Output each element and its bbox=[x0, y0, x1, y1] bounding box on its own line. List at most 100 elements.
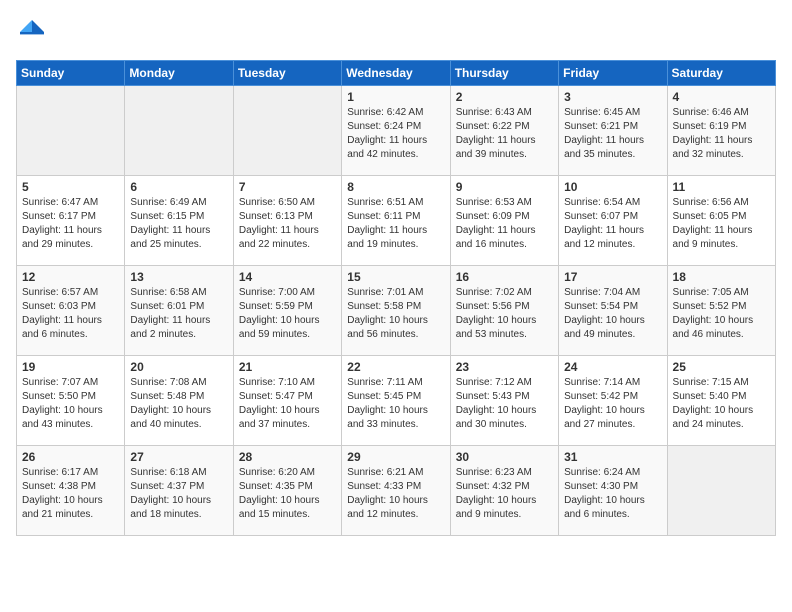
calendar-cell: 23Sunrise: 7:12 AM Sunset: 5:43 PM Dayli… bbox=[450, 356, 558, 446]
calendar-week-row: 5 Sunrise: 6:47 AM Sunset: 6:17 PM Daylig… bbox=[17, 176, 776, 266]
day-number: 14 bbox=[239, 270, 336, 284]
weekday-header-saturday: Saturday bbox=[667, 61, 775, 86]
day-number: 5 bbox=[22, 180, 119, 194]
day-number: 20 bbox=[130, 360, 227, 374]
day-info: Sunrise: 6:24 AM Sunset: 4:30 PM Dayligh… bbox=[564, 466, 661, 522]
day-number: 3 bbox=[564, 90, 661, 104]
calendar-cell bbox=[17, 86, 125, 176]
day-info: Sunrise: 7:11 AM Sunset: 5:45 PM Dayligh… bbox=[347, 376, 444, 432]
calendar-cell: 25 Sunrise: 7:15 AM Sunset: 5:40 PM Dayli… bbox=[667, 356, 775, 446]
day-number: 11 bbox=[673, 180, 770, 194]
calendar-cell: 22 Sunrise: 7:11 AM Sunset: 5:45 PM Dayli… bbox=[342, 356, 450, 446]
calendar-week-row: 26 Sunrise: 6:17 AM Sunset: 4:38 PM Dayli… bbox=[17, 446, 776, 536]
day-info: Sunrise: 6:57 AM Sunset: 6:03 PM Dayligh… bbox=[22, 286, 119, 342]
day-number: 29 bbox=[347, 450, 444, 464]
day-number: 17 bbox=[564, 270, 661, 284]
day-info: Sunrise: 6:51 AM Sunset: 6:11 PM Dayligh… bbox=[347, 196, 444, 252]
calendar-cell: 9 Sunrise: 6:53 AM Sunset: 6:09 PM Daylig… bbox=[450, 176, 558, 266]
weekday-header-sunday: Sunday bbox=[17, 61, 125, 86]
day-info: Sunrise: 7:01 AM Sunset: 5:58 PM Dayligh… bbox=[347, 286, 444, 342]
day-info: Sunrise: 6:42 AM Sunset: 6:24 PM Dayligh… bbox=[347, 106, 444, 162]
day-number: 18 bbox=[673, 270, 770, 284]
day-info: Sunrise: 6:43 AM Sunset: 6:22 PM Dayligh… bbox=[456, 106, 553, 162]
day-number: 25 bbox=[673, 360, 770, 374]
calendar-cell: 29 Sunrise: 6:21 AM Sunset: 4:33 PM Dayli… bbox=[342, 446, 450, 536]
calendar-cell: 7 Sunrise: 6:50 AM Sunset: 6:13 PM Daylig… bbox=[233, 176, 341, 266]
calendar-cell: 11Sunrise: 6:56 AM Sunset: 6:05 PM Dayli… bbox=[667, 176, 775, 266]
weekday-header-thursday: Thursday bbox=[450, 61, 558, 86]
day-number: 9 bbox=[456, 180, 553, 194]
day-info: Sunrise: 6:20 AM Sunset: 4:35 PM Dayligh… bbox=[239, 466, 336, 522]
day-info: Sunrise: 6:53 AM Sunset: 6:09 PM Dayligh… bbox=[456, 196, 553, 252]
day-number: 31 bbox=[564, 450, 661, 464]
day-info: Sunrise: 7:00 AM Sunset: 5:59 PM Dayligh… bbox=[239, 286, 336, 342]
day-number: 12 bbox=[22, 270, 119, 284]
day-number: 16 bbox=[456, 270, 553, 284]
calendar-week-row: 19Sunrise: 7:07 AM Sunset: 5:50 PM Dayli… bbox=[17, 356, 776, 446]
day-number: 6 bbox=[130, 180, 227, 194]
calendar-cell: 15 Sunrise: 7:01 AM Sunset: 5:58 PM Dayli… bbox=[342, 266, 450, 356]
day-info: Sunrise: 6:54 AM Sunset: 6:07 PM Dayligh… bbox=[564, 196, 661, 252]
calendar-week-row: 1 Sunrise: 6:42 AM Sunset: 6:24 PM Daylig… bbox=[17, 86, 776, 176]
weekday-header-friday: Friday bbox=[559, 61, 667, 86]
day-info: Sunrise: 6:18 AM Sunset: 4:37 PM Dayligh… bbox=[130, 466, 227, 522]
calendar-cell: 10 Sunrise: 6:54 AM Sunset: 6:07 PM Dayli… bbox=[559, 176, 667, 266]
day-number: 4 bbox=[673, 90, 770, 104]
calendar-cell: 3 Sunrise: 6:45 AM Sunset: 6:21 PM Daylig… bbox=[559, 86, 667, 176]
day-info: Sunrise: 6:47 AM Sunset: 6:17 PM Dayligh… bbox=[22, 196, 119, 252]
calendar-cell: 14 Sunrise: 7:00 AM Sunset: 5:59 PM Dayli… bbox=[233, 266, 341, 356]
day-info: Sunrise: 7:15 AM Sunset: 5:40 PM Dayligh… bbox=[673, 376, 770, 432]
day-info: Sunrise: 6:23 AM Sunset: 4:32 PM Dayligh… bbox=[456, 466, 553, 522]
day-info: Sunrise: 6:45 AM Sunset: 6:21 PM Dayligh… bbox=[564, 106, 661, 162]
calendar-cell: 16 Sunrise: 7:02 AM Sunset: 5:56 PM Dayli… bbox=[450, 266, 558, 356]
weekday-header-row: SundayMondayTuesdayWednesdayThursdayFrid… bbox=[17, 61, 776, 86]
day-number: 24 bbox=[564, 360, 661, 374]
calendar-cell: 18 Sunrise: 7:05 AM Sunset: 5:52 PM Dayli… bbox=[667, 266, 775, 356]
weekday-header-monday: Monday bbox=[125, 61, 233, 86]
calendar-cell: 26 Sunrise: 6:17 AM Sunset: 4:38 PM Dayli… bbox=[17, 446, 125, 536]
weekday-header-tuesday: Tuesday bbox=[233, 61, 341, 86]
calendar-cell: 13Sunrise: 6:58 AM Sunset: 6:01 PM Dayli… bbox=[125, 266, 233, 356]
calendar-cell: 2Sunrise: 6:43 AM Sunset: 6:22 PM Daylig… bbox=[450, 86, 558, 176]
day-number: 22 bbox=[347, 360, 444, 374]
logo bbox=[16, 16, 52, 48]
day-number: 27 bbox=[130, 450, 227, 464]
day-number: 7 bbox=[239, 180, 336, 194]
day-number: 21 bbox=[239, 360, 336, 374]
logo-icon bbox=[16, 16, 48, 48]
calendar-cell: 5 Sunrise: 6:47 AM Sunset: 6:17 PM Daylig… bbox=[17, 176, 125, 266]
day-info: Sunrise: 6:46 AM Sunset: 6:19 PM Dayligh… bbox=[673, 106, 770, 162]
calendar-cell: 12 Sunrise: 6:57 AM Sunset: 6:03 PM Dayli… bbox=[17, 266, 125, 356]
calendar-table: SundayMondayTuesdayWednesdayThursdayFrid… bbox=[16, 60, 776, 536]
page-header bbox=[16, 16, 776, 48]
calendar-cell bbox=[125, 86, 233, 176]
day-number: 26 bbox=[22, 450, 119, 464]
calendar-cell: 30Sunrise: 6:23 AM Sunset: 4:32 PM Dayli… bbox=[450, 446, 558, 536]
calendar-cell bbox=[667, 446, 775, 536]
day-info: Sunrise: 6:21 AM Sunset: 4:33 PM Dayligh… bbox=[347, 466, 444, 522]
day-number: 1 bbox=[347, 90, 444, 104]
calendar-cell: 28 Sunrise: 6:20 AM Sunset: 4:35 PM Dayli… bbox=[233, 446, 341, 536]
calendar-cell: 8 Sunrise: 6:51 AM Sunset: 6:11 PM Daylig… bbox=[342, 176, 450, 266]
day-number: 10 bbox=[564, 180, 661, 194]
weekday-header-wednesday: Wednesday bbox=[342, 61, 450, 86]
calendar-cell: 4 Sunrise: 6:46 AM Sunset: 6:19 PM Daylig… bbox=[667, 86, 775, 176]
day-number: 15 bbox=[347, 270, 444, 284]
day-info: Sunrise: 7:14 AM Sunset: 5:42 PM Dayligh… bbox=[564, 376, 661, 432]
calendar-week-row: 12 Sunrise: 6:57 AM Sunset: 6:03 PM Dayli… bbox=[17, 266, 776, 356]
day-info: Sunrise: 6:50 AM Sunset: 6:13 PM Dayligh… bbox=[239, 196, 336, 252]
day-number: 19 bbox=[22, 360, 119, 374]
calendar-cell: 21Sunrise: 7:10 AM Sunset: 5:47 PM Dayli… bbox=[233, 356, 341, 446]
day-info: Sunrise: 7:02 AM Sunset: 5:56 PM Dayligh… bbox=[456, 286, 553, 342]
calendar-cell: 27 Sunrise: 6:18 AM Sunset: 4:37 PM Dayli… bbox=[125, 446, 233, 536]
day-number: 8 bbox=[347, 180, 444, 194]
calendar-cell: 1 Sunrise: 6:42 AM Sunset: 6:24 PM Daylig… bbox=[342, 86, 450, 176]
calendar-cell: 19Sunrise: 7:07 AM Sunset: 5:50 PM Dayli… bbox=[17, 356, 125, 446]
calendar-cell bbox=[233, 86, 341, 176]
day-info: Sunrise: 7:05 AM Sunset: 5:52 PM Dayligh… bbox=[673, 286, 770, 342]
day-info: Sunrise: 6:17 AM Sunset: 4:38 PM Dayligh… bbox=[22, 466, 119, 522]
calendar-cell: 31 Sunrise: 6:24 AM Sunset: 4:30 PM Dayli… bbox=[559, 446, 667, 536]
day-number: 28 bbox=[239, 450, 336, 464]
calendar-cell: 20Sunrise: 7:08 AM Sunset: 5:48 PM Dayli… bbox=[125, 356, 233, 446]
calendar-cell: 17Sunrise: 7:04 AM Sunset: 5:54 PM Dayli… bbox=[559, 266, 667, 356]
